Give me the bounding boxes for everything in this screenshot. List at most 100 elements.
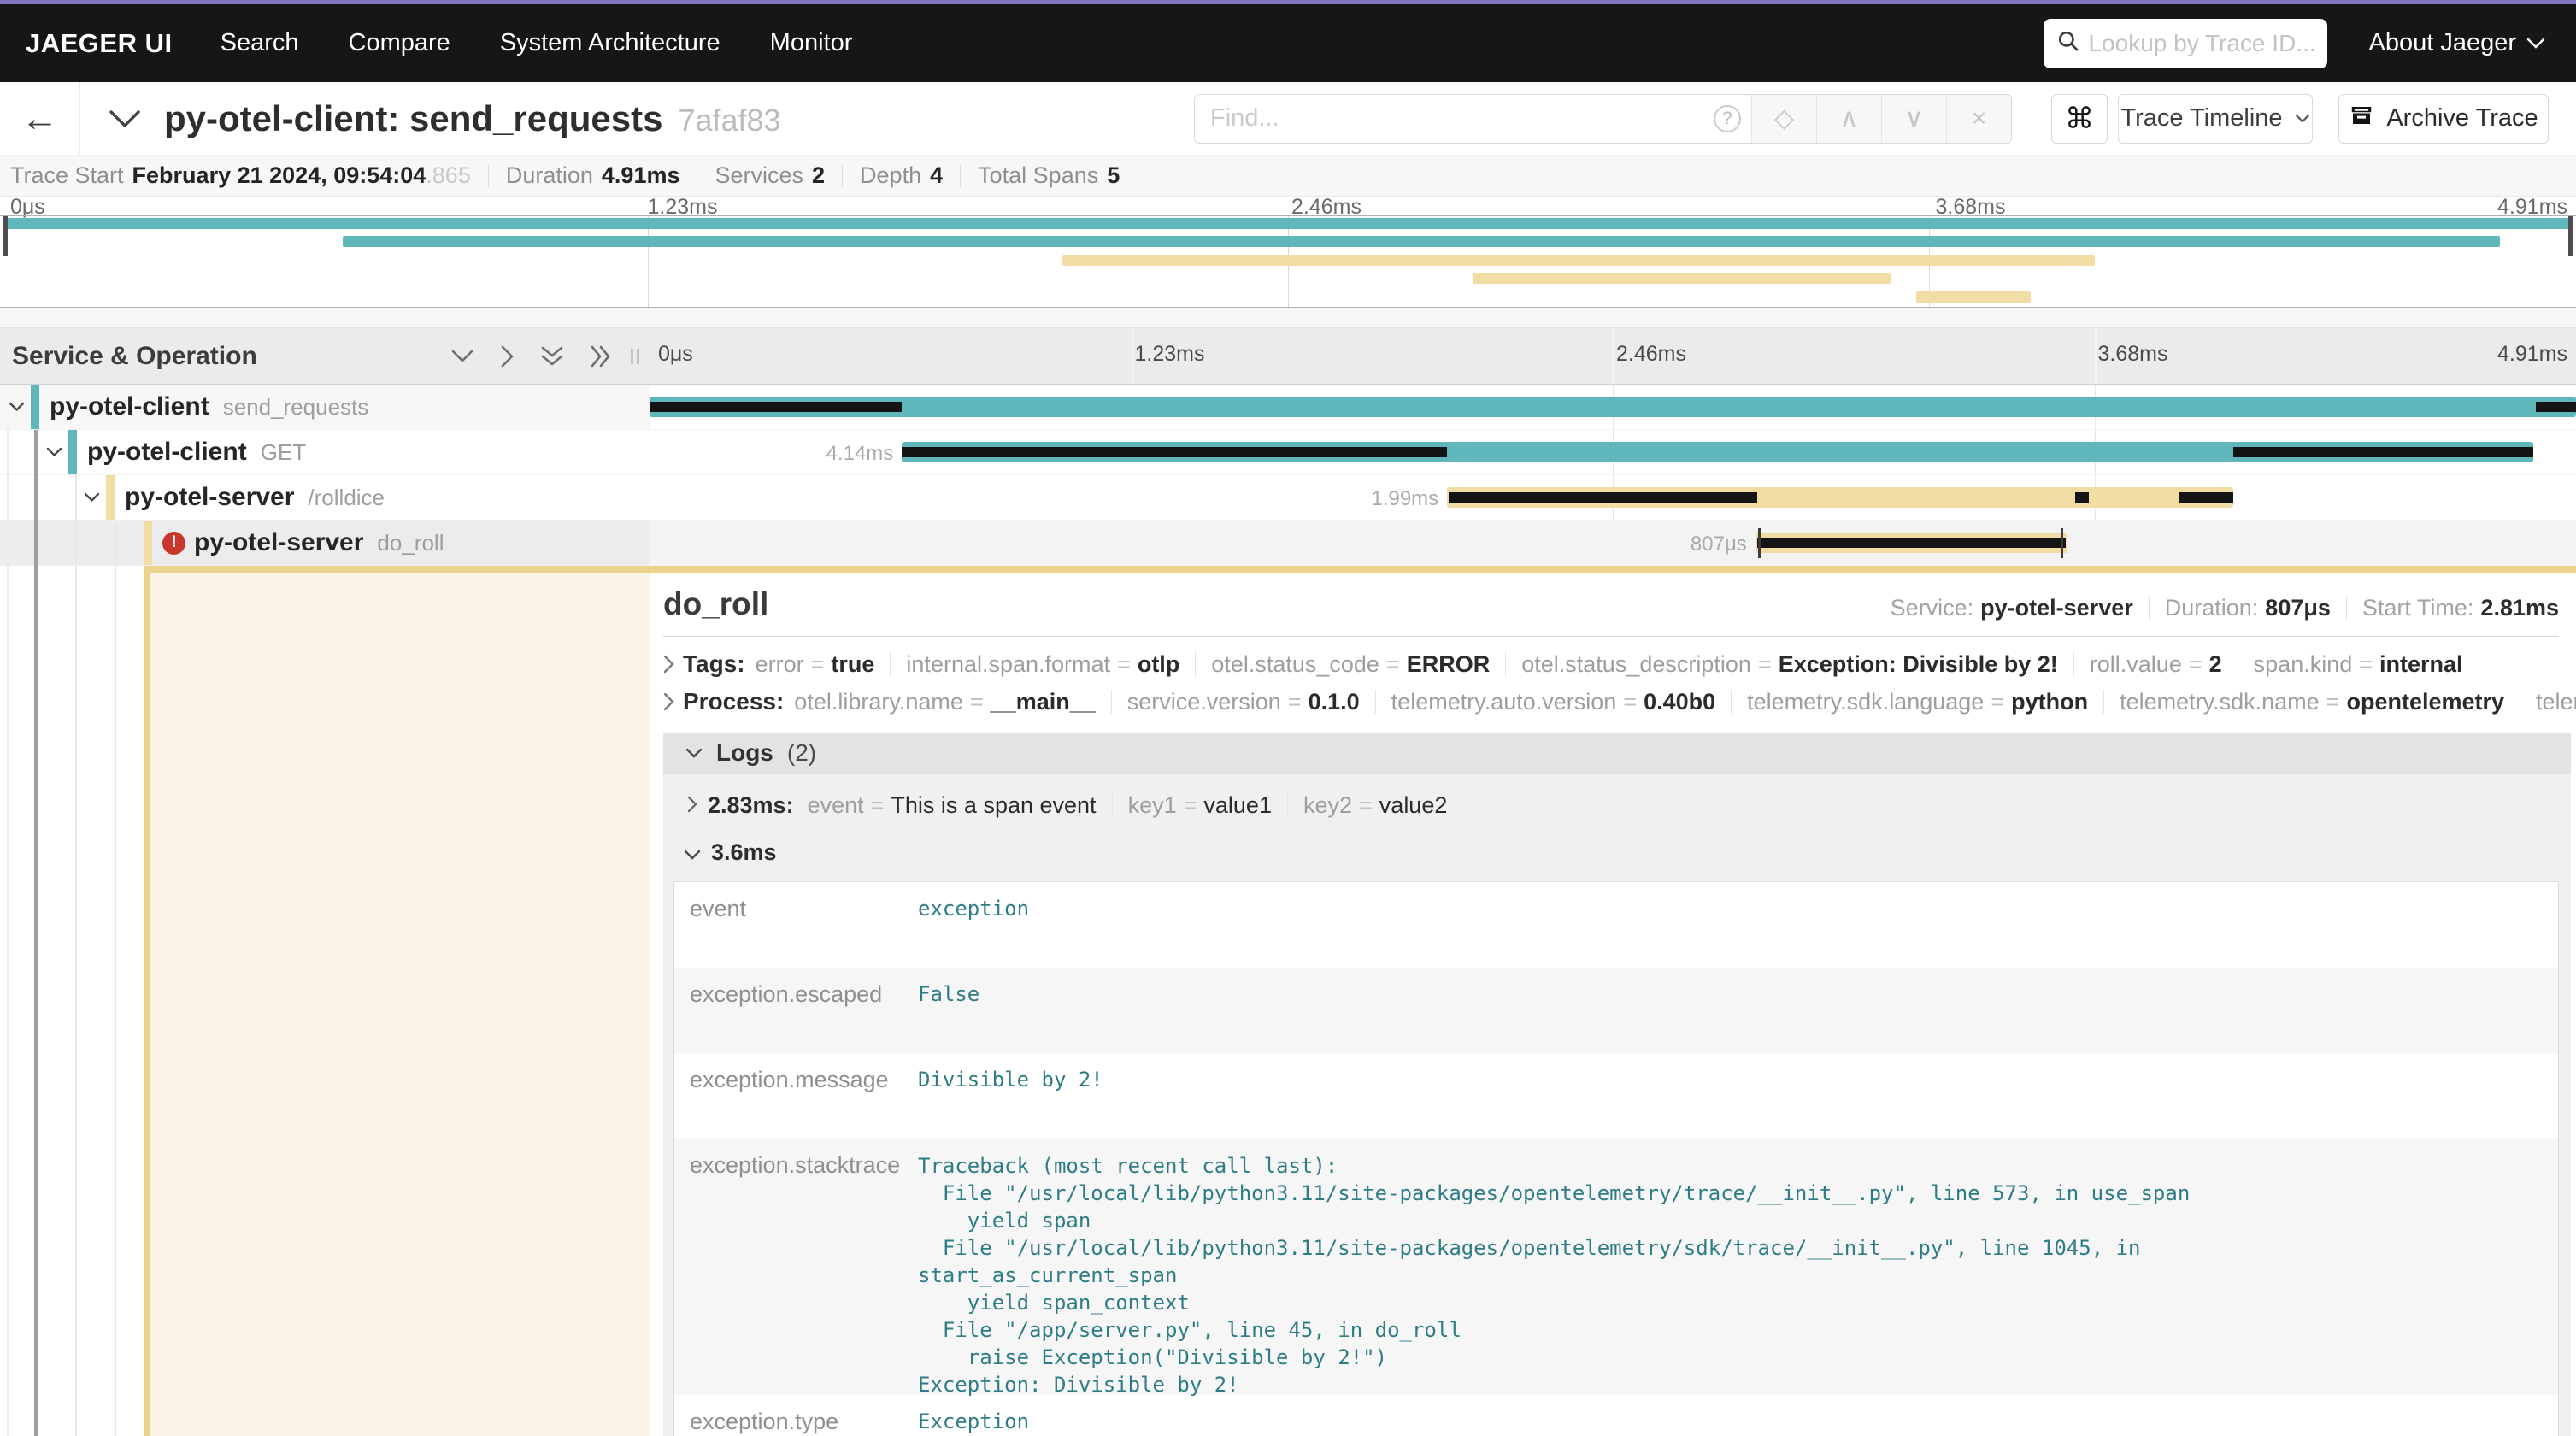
selected-span-accent bbox=[144, 566, 2576, 573]
trace-view-selector[interactable]: Trace Timeline bbox=[2118, 94, 2313, 144]
minimap-span-bar[interactable] bbox=[343, 236, 2500, 247]
span-service-name: py-otel-server bbox=[194, 528, 363, 557]
span-tree-row[interactable]: py-otel-clientGET bbox=[0, 430, 650, 475]
process-accordion[interactable]: Process: otel.library.name=__main__servi… bbox=[663, 683, 2576, 721]
log-field-row: exception.escapedFalse bbox=[674, 968, 2558, 1053]
back-arrow-icon: ← bbox=[21, 97, 59, 140]
log-field-value: exception bbox=[918, 882, 1029, 968]
tag-value: 2 bbox=[2209, 651, 2222, 678]
help-icon: ? bbox=[1714, 105, 1741, 132]
expand-one-icon[interactable] bbox=[500, 344, 515, 368]
span-bar-row[interactable]: 4.14ms bbox=[650, 430, 2576, 475]
search-icon bbox=[2057, 30, 2079, 56]
log-field-key: exception.escaped bbox=[674, 968, 918, 1053]
logs-body: 2.83ms: event=This is a span eventkey1=v… bbox=[663, 774, 2571, 1436]
tags-label: Tags: bbox=[683, 650, 745, 678]
minimap-gridline bbox=[648, 216, 649, 307]
log-timestamp: 2.83ms: bbox=[708, 792, 794, 819]
summary-value: 4.91ms bbox=[602, 162, 680, 189]
logs-count: (2) bbox=[787, 739, 816, 767]
back-button[interactable]: ← bbox=[0, 82, 80, 155]
tag-key: service.version bbox=[1127, 689, 1281, 715]
archive-trace-button[interactable]: Archive Trace bbox=[2338, 94, 2549, 144]
tag-key: otel.library.name bbox=[794, 689, 963, 715]
clear-search-button[interactable]: × bbox=[1946, 95, 2011, 143]
summary-label: Services bbox=[715, 162, 803, 189]
minimap-span-bar[interactable] bbox=[1062, 255, 2095, 266]
next-match-button[interactable]: ∨ bbox=[1881, 95, 1946, 143]
tag-key: telemetry.sdk.name bbox=[2120, 689, 2320, 715]
ruler-tick bbox=[1132, 328, 1133, 384]
trace-collapse-toggle[interactable] bbox=[108, 109, 142, 129]
nav-item-monitor[interactable]: Monitor bbox=[770, 29, 853, 57]
prev-match-button[interactable]: ∧ bbox=[1816, 95, 1881, 143]
minimap-span-bar[interactable] bbox=[1916, 291, 2032, 303]
minimap[interactable] bbox=[0, 215, 2576, 308]
span-bar-row[interactable]: 1.99ms bbox=[650, 475, 2576, 521]
timeline-main: Service & Operation bbox=[0, 328, 2576, 1436]
tag-value: value1 bbox=[1203, 792, 1272, 819]
divider bbox=[488, 165, 489, 187]
log-entry-collapsed[interactable]: 2.83ms: event=This is a span eventkey1=v… bbox=[673, 777, 2559, 826]
tags-accordion[interactable]: Tags: error=trueinternal.span.format=otl… bbox=[663, 645, 2576, 683]
trace-id-search-input[interactable] bbox=[2088, 30, 2314, 57]
about-jaeger-menu[interactable]: About Jaeger bbox=[2368, 29, 2545, 57]
log-field-value: Traceback (most recent call last): File … bbox=[918, 1139, 2369, 1395]
equals-sign: = bbox=[811, 651, 825, 678]
minimap-span-bar[interactable] bbox=[7, 218, 2569, 229]
find-help[interactable]: ? bbox=[1703, 105, 1751, 132]
nav-item-search[interactable]: Search bbox=[221, 29, 299, 57]
log-entry-expanded-header[interactable]: 3.6ms bbox=[673, 826, 2559, 874]
span-bar[interactable] bbox=[650, 397, 2576, 417]
panel-resize-grip[interactable] bbox=[631, 349, 639, 364]
trace-id-search[interactable] bbox=[2044, 19, 2327, 68]
tag-key: error bbox=[756, 651, 804, 678]
minimap-span-bar[interactable] bbox=[1473, 273, 1891, 284]
ruler-tick-label: 0μs bbox=[658, 342, 693, 367]
nav-item-system-architecture[interactable]: System Architecture bbox=[500, 29, 720, 57]
divider bbox=[2073, 652, 2074, 676]
about-jaeger-label: About Jaeger bbox=[2368, 29, 2516, 57]
tree-guide-line bbox=[7, 430, 9, 1436]
detail-meta-value: 2.81ms bbox=[2480, 595, 2559, 621]
minimap-viewport-handle-right[interactable] bbox=[2568, 216, 2573, 256]
tag-key: telemetry.auto.version bbox=[1391, 689, 1617, 715]
divider bbox=[1287, 794, 1288, 818]
span-operation-name: do_roll bbox=[377, 530, 444, 556]
tag-value: 0.1.0 bbox=[1309, 689, 1360, 715]
tag-item: otel.library.name=__main__ bbox=[794, 689, 1095, 715]
logs-accordion-header[interactable]: Logs (2) bbox=[663, 733, 2571, 774]
trace-title: py-otel-client: send_requests7afaf83 bbox=[164, 98, 781, 139]
chevron-right-icon bbox=[663, 692, 674, 711]
log-field-value: Exception bbox=[918, 1395, 1029, 1436]
span-bar-row[interactable]: 807μs bbox=[650, 521, 2576, 566]
nav-item-compare[interactable]: Compare bbox=[349, 29, 450, 57]
span-tree-row[interactable]: py-otel-server/rolldice bbox=[0, 475, 650, 521]
span-child-marker bbox=[2075, 492, 2089, 503]
tag-item: key1=value1 bbox=[1128, 792, 1272, 819]
divider bbox=[1112, 794, 1113, 818]
nav-menu: Search Compare System Architecture Monitor bbox=[221, 29, 903, 57]
tag-value: 0.40b0 bbox=[1644, 689, 1715, 715]
expand-all-icon[interactable] bbox=[590, 344, 612, 368]
focus-match-button[interactable]: ◇ bbox=[1751, 95, 1816, 143]
equals-sign: = bbox=[970, 689, 984, 715]
collapse-one-icon[interactable] bbox=[450, 349, 474, 363]
equals-sign: = bbox=[1623, 689, 1637, 715]
collapse-all-icon[interactable] bbox=[540, 345, 564, 368]
tag-item: telemetry.sdk.name=opentelemetry bbox=[2120, 689, 2504, 715]
span-tree-row[interactable]: py-otel-clientsend_requests bbox=[0, 385, 650, 430]
trace-summary-bar: Trace StartFebruary 21 2024, 09:54:04.86… bbox=[0, 156, 2576, 197]
chevron-down-icon bbox=[2295, 114, 2310, 123]
keyboard-shortcuts-button[interactable]: ⌘ bbox=[2051, 94, 2108, 144]
tag-value: ERROR bbox=[1407, 651, 1491, 678]
tag-value: otlp bbox=[1138, 651, 1179, 678]
summary-label: Trace Start bbox=[10, 162, 124, 189]
app-brand[interactable]: JAEGER UI bbox=[26, 28, 173, 59]
minimap-viewport-handle-left[interactable] bbox=[3, 216, 8, 256]
span-bar-row[interactable] bbox=[650, 385, 2576, 430]
span-tree-row[interactable]: !py-otel-serverdo_roll bbox=[0, 521, 650, 566]
logs-section: Logs (2) 2.83ms: event=This is a span ev… bbox=[663, 733, 2571, 1436]
tag-item: key2=value2 bbox=[1303, 792, 1447, 819]
find-input[interactable] bbox=[1195, 104, 1703, 132]
